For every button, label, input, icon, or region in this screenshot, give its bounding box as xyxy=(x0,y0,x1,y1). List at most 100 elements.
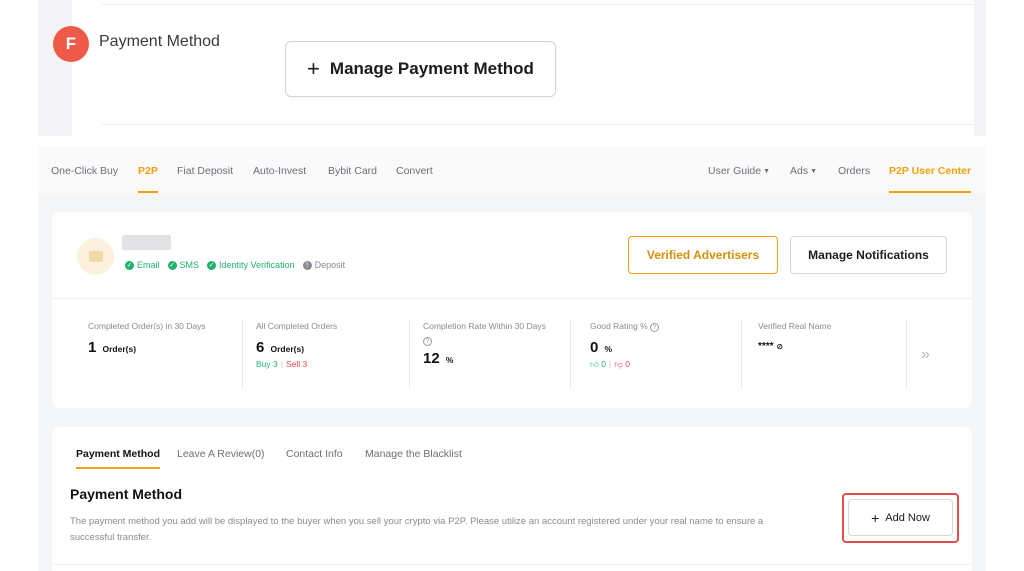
stat-unit: Order(s) xyxy=(270,344,305,354)
nav-convert[interactable]: Convert xyxy=(396,165,433,177)
stat-breakdown: Buy 3 | Sell 3 xyxy=(256,359,406,369)
stat-value: 0 % xyxy=(590,339,730,356)
verification-deposit[interactable]: ! Deposit xyxy=(302,260,346,270)
stat-completion-rate: Completion Rate Within 30 Days ? 12 % xyxy=(423,319,548,389)
stat-value: 1 Order(s) xyxy=(88,339,238,356)
caret-down-icon: ▼ xyxy=(810,168,818,175)
payment-method-title: Payment Method xyxy=(70,486,183,502)
double-chevron-right-icon[interactable]: » xyxy=(921,346,930,364)
nav-ads-label: Ads xyxy=(790,165,809,177)
divider xyxy=(906,319,907,389)
manage-payment-method-label: Manage Payment Method xyxy=(329,59,534,78)
stat-label: All Completed Orders xyxy=(256,321,338,331)
divider xyxy=(741,319,742,389)
verification-label: Identity Verification xyxy=(219,260,295,270)
rating-breakdown: 👍︎ 0 | 👎︎ 0 xyxy=(590,359,730,370)
help-icon[interactable]: ? xyxy=(423,337,432,346)
tab-payment-method[interactable]: Payment Method xyxy=(76,448,160,460)
stat-value: 6 Order(s) xyxy=(256,339,406,356)
divider xyxy=(52,298,972,299)
divider xyxy=(102,4,974,5)
verification-badges: ✓ Email ✓ SMS ✓ Identity Verification ! Depo… xyxy=(125,260,345,270)
avatar-image xyxy=(89,251,103,262)
tab-active-underline xyxy=(76,467,160,469)
avatar xyxy=(77,238,114,275)
thumbs-down-count: 0 xyxy=(625,359,630,369)
stat-completed-30-days: Completed Order(s) in 30 Days 1 Order(s) xyxy=(88,319,238,389)
thumbs-up-count: 0 xyxy=(601,359,606,369)
divider xyxy=(409,319,410,389)
step-title: Payment Method xyxy=(99,33,220,50)
stat-number: 0 xyxy=(590,339,599,356)
thumbs-down-icon: 👎︎ xyxy=(614,359,623,369)
verification-identity: ✓ Identity Verification xyxy=(207,260,295,270)
check-icon: ✓ xyxy=(125,260,134,270)
check-icon: ✓ xyxy=(167,260,177,270)
p2p-page: One-Click Buy P2P Fiat Deposit Auto-Inve… xyxy=(38,147,986,571)
masked-name: **** xyxy=(758,341,774,352)
nav-ads[interactable]: Ads ▼ xyxy=(790,165,817,177)
verified-advertisers-button[interactable]: Verified Advertisers xyxy=(628,236,778,274)
stat-number: 6 xyxy=(256,339,265,356)
divider xyxy=(52,564,972,565)
stat-unit: % xyxy=(604,344,613,354)
payment-method-description: The payment method you add will be displ… xyxy=(70,516,764,543)
eye-off-icon[interactable]: ⊘ xyxy=(776,342,783,351)
divider xyxy=(570,319,571,389)
nav-auto-invest[interactable]: Auto-Invest xyxy=(253,165,306,177)
stat-number: 12 xyxy=(423,350,440,367)
manage-payment-method-button[interactable]: + Manage Payment Method xyxy=(285,41,556,97)
stat-value: **** ⊘ xyxy=(758,341,908,352)
buy-count: Buy 3 xyxy=(256,359,278,369)
stat-all-completed: All Completed Orders 6 Order(s) Buy 3 | Se… xyxy=(256,319,406,389)
stat-label: Good Rating % ? xyxy=(590,319,730,333)
username-redacted xyxy=(122,235,171,250)
nav-one-click-buy[interactable]: One-Click Buy xyxy=(51,165,118,177)
nav-user-guide-label: User Guide xyxy=(708,165,762,177)
thumbs-up-icon: 👍︎ xyxy=(590,359,599,369)
nav-user-guide[interactable]: User Guide ▼ xyxy=(708,165,770,177)
nav-bybit-card[interactable]: Bybit Card xyxy=(328,165,377,177)
divider xyxy=(102,124,974,125)
verification-sms: ✓ SMS xyxy=(167,260,200,270)
stat-label: Completed Order(s) in 30 Days xyxy=(88,321,206,331)
stat-label-text: Good Rating % xyxy=(590,321,648,331)
stat-unit: % xyxy=(445,355,454,365)
manage-notifications-button[interactable]: Manage Notifications xyxy=(790,236,947,274)
nav-p2p[interactable]: P2P xyxy=(138,165,158,177)
stat-unit: Order(s) xyxy=(102,344,137,354)
stat-label: Completion Rate Within 30 Days ? xyxy=(423,319,548,347)
stat-label-text: Completion Rate Within 30 Days xyxy=(423,321,546,331)
separator: | xyxy=(609,359,612,369)
sell-count: Sell 3 xyxy=(285,359,308,369)
caret-down-icon: ▼ xyxy=(763,168,771,175)
nav-orders[interactable]: Orders xyxy=(838,165,870,177)
stat-good-rating: Good Rating % ? 0 % 👍︎ 0 | 👎︎ 0 xyxy=(590,319,730,389)
tab-contact-info[interactable]: Contact Info xyxy=(286,448,343,460)
tab-manage-blacklist[interactable]: Manage the Blacklist xyxy=(365,448,462,460)
plus-icon: + xyxy=(307,56,320,81)
separator: | xyxy=(280,359,283,369)
nav-fiat-deposit[interactable]: Fiat Deposit xyxy=(177,165,233,177)
nav-active-underline xyxy=(138,191,158,193)
verification-label: Deposit xyxy=(314,260,346,270)
check-icon: ✓ xyxy=(207,260,217,270)
divider xyxy=(242,319,243,389)
top-nav: One-Click Buy P2P Fiat Deposit Auto-Inve… xyxy=(38,147,986,193)
nav-active-underline xyxy=(889,191,971,193)
info-icon: ! xyxy=(302,260,312,270)
verification-label: SMS xyxy=(179,260,200,270)
add-now-button[interactable]: + Add Now xyxy=(848,499,953,536)
verification-email: ✓ Email xyxy=(125,260,160,270)
add-now-label: Add Now xyxy=(885,511,930,524)
nav-p2p-user-center[interactable]: P2P User Center xyxy=(889,165,971,177)
tab-leave-a-review[interactable]: Leave A Review(0) xyxy=(177,448,265,460)
help-icon[interactable]: ? xyxy=(650,323,660,332)
verification-label: Email xyxy=(137,260,160,270)
stat-label: Verified Real Name xyxy=(758,321,832,331)
stat-value: 12 % xyxy=(423,350,548,367)
stat-real-name: Verified Real Name **** ⊘ xyxy=(758,319,908,389)
plus-icon: + xyxy=(871,509,880,526)
step-badge: F xyxy=(53,26,89,62)
stat-number: 1 xyxy=(88,339,97,356)
